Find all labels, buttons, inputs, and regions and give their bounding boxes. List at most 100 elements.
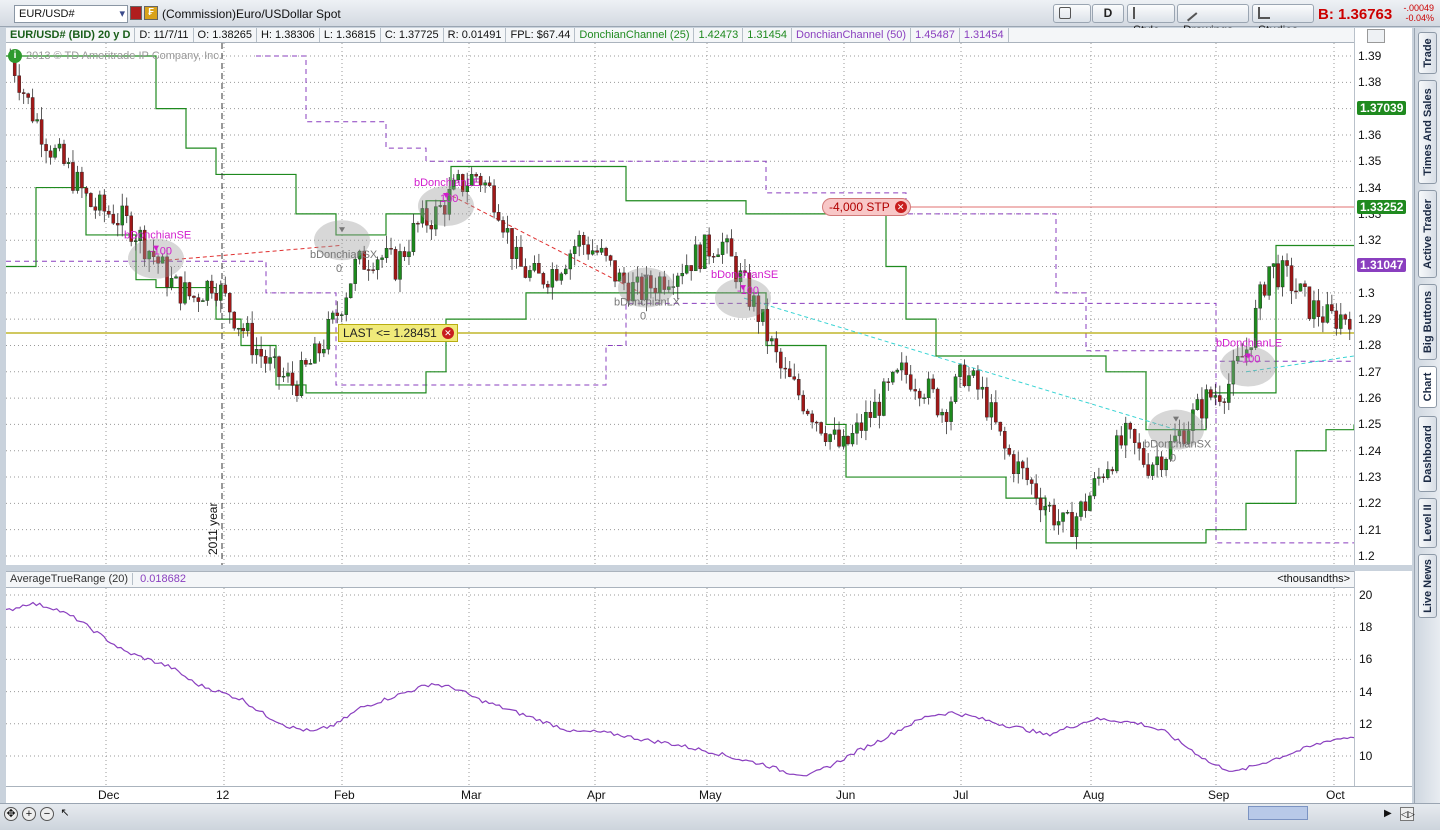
candle-body [716, 254, 720, 257]
scroll-thumb[interactable] [1248, 806, 1308, 820]
candle-body [864, 412, 868, 431]
tab-chart[interactable]: Chart [1418, 366, 1437, 408]
atr-chart-svg[interactable] [5, 588, 1355, 786]
signal-quantity: -100 [737, 285, 759, 297]
time-tick-label: Apr [587, 788, 606, 802]
change-pct: -0.04% [1405, 13, 1434, 23]
candle-body [568, 253, 573, 270]
studies-button[interactable]: Studies [1252, 4, 1314, 37]
candle-body [801, 394, 805, 412]
dc50-label[interactable]: DonchianChannel (50) [792, 28, 912, 42]
candle-body [80, 171, 84, 189]
time-tick-label: Feb [334, 788, 355, 802]
info-date: D: 11/7/11 [135, 28, 194, 42]
tab-trade[interactable]: Trade [1418, 32, 1437, 74]
price-axis[interactable]: 1.391.381.371.361.351.341.331.321.311.31… [1354, 28, 1412, 565]
info-symbol[interactable]: EUR/USD# (BID) 20 y D [6, 28, 136, 42]
atr-tick-label: 14 [1359, 684, 1373, 699]
candle-body [205, 280, 210, 301]
stop-order-bubble[interactable]: -4,000 STP ✕ [822, 198, 911, 216]
candle-body [1074, 516, 1079, 537]
dc25-label[interactable]: DonchianChannel (25) [575, 28, 695, 42]
tab-big-buttons[interactable]: Big Buttons [1418, 284, 1437, 360]
candle-body [1195, 399, 1200, 410]
bid-price: B: 1.36763 [1318, 6, 1393, 23]
candle-body [308, 363, 313, 365]
scroll-right-icon[interactable]: ▶ [1384, 808, 1392, 819]
candle-body [1011, 454, 1016, 475]
atr-value: 0.018682 [140, 573, 186, 585]
candle-body [1303, 283, 1307, 287]
time-axis[interactable]: Dec 12 Feb Mar Apr May Jun Jul Aug Sep Oct [6, 786, 1412, 803]
candle-body [407, 251, 411, 258]
cursor-icon[interactable]: ↖ [58, 807, 72, 821]
zoom-out-icon[interactable]: − [40, 807, 54, 821]
commission-icon[interactable]: ₣ [144, 6, 158, 20]
symbol-input[interactable]: EUR/USD# ▾ [14, 5, 128, 23]
price-tick-label: 1.21 [1358, 522, 1382, 537]
price-alert-bubble[interactable]: LAST <= 1.28451 ✕ [338, 324, 458, 342]
time-tick-label: 12 [216, 788, 230, 802]
tab-label: Active Trader [1421, 199, 1434, 269]
tab-active-trader[interactable]: Active Trader [1418, 190, 1437, 278]
expand-icon[interactable]: ◁▷ [1400, 807, 1415, 821]
pan-icon[interactable]: ✥ [4, 807, 18, 821]
tab-level-ii[interactable]: Level II [1418, 498, 1437, 548]
candle-body [115, 223, 120, 226]
candle-body [1132, 429, 1137, 443]
chevron-down-icon[interactable]: ▾ [119, 6, 125, 22]
candle-body [922, 397, 926, 399]
candle-body [1065, 512, 1070, 514]
atr-chart[interactable] [5, 588, 1355, 786]
period-button[interactable]: D [1092, 4, 1124, 23]
copyright-notice: 2013 © TD Ameritrade IP Company, Inc. [26, 50, 222, 62]
tab-label: Trade [1421, 38, 1434, 68]
candle-body [1280, 260, 1285, 288]
candle-body [770, 338, 774, 342]
tab-label: Dashboard [1421, 425, 1434, 483]
candle-body [774, 338, 779, 353]
candle-body [523, 266, 528, 278]
price-tick-label: 1.2 [1358, 549, 1375, 563]
candle-body [487, 182, 492, 186]
cancel-order-icon[interactable]: ✕ [894, 201, 907, 213]
candle-body [702, 234, 707, 269]
tab-dashboard[interactable]: Dashboard [1418, 416, 1437, 492]
tab-live-news[interactable]: Live News [1418, 554, 1437, 618]
price-chart[interactable]: bDonchianSE -100 bDonchianSX 0 bDonchianLE 10… [6, 43, 1355, 565]
candle-body [483, 182, 487, 186]
candle-body [971, 370, 976, 376]
info-icon[interactable]: i [8, 49, 22, 63]
candle-body [1155, 456, 1159, 466]
candle-body [873, 401, 877, 418]
tab-label: Level II [1421, 504, 1434, 542]
candle-body [698, 244, 702, 269]
info-low: L: 1.36815 [320, 28, 381, 42]
zoom-in-icon[interactable]: + [22, 807, 36, 821]
cancel-alert-icon[interactable]: ✕ [441, 327, 454, 339]
candle-body [272, 356, 277, 358]
candle-body [1258, 284, 1262, 309]
chart-toolbar: EUR/USD# ▾ ₣ (Commission)Euro/USDollar Sp… [0, 0, 1440, 37]
signal-quantity: 100 [440, 193, 458, 205]
candle-body [39, 119, 44, 145]
info-high: H: 1.38306 [257, 28, 320, 42]
tab-times-and-sales[interactable]: Times And Sales [1418, 80, 1437, 184]
symbol-link-icon[interactable] [130, 6, 142, 20]
chart-settings-button[interactable] [1053, 4, 1091, 23]
candle-body [501, 220, 505, 233]
candle-body [210, 280, 214, 294]
candle-body [985, 386, 989, 418]
signal-quantity: 0 [1170, 453, 1176, 465]
candle-body [93, 206, 98, 211]
candle-body [1110, 469, 1115, 472]
price-chart-svg[interactable]: bDonchianSE -100 bDonchianSX 0 bDonchianLE 10… [6, 43, 1355, 565]
atr-label[interactable]: AverageTrueRange (20) [6, 573, 134, 585]
candle-body [528, 270, 532, 278]
candle-body [1343, 314, 1348, 320]
style-button[interactable]: Style [1127, 4, 1175, 37]
axis-settings-icon[interactable] [1367, 29, 1385, 43]
drawings-button[interactable]: Drawings [1177, 4, 1249, 37]
candle-body [994, 402, 998, 423]
candle-body [1285, 260, 1289, 266]
